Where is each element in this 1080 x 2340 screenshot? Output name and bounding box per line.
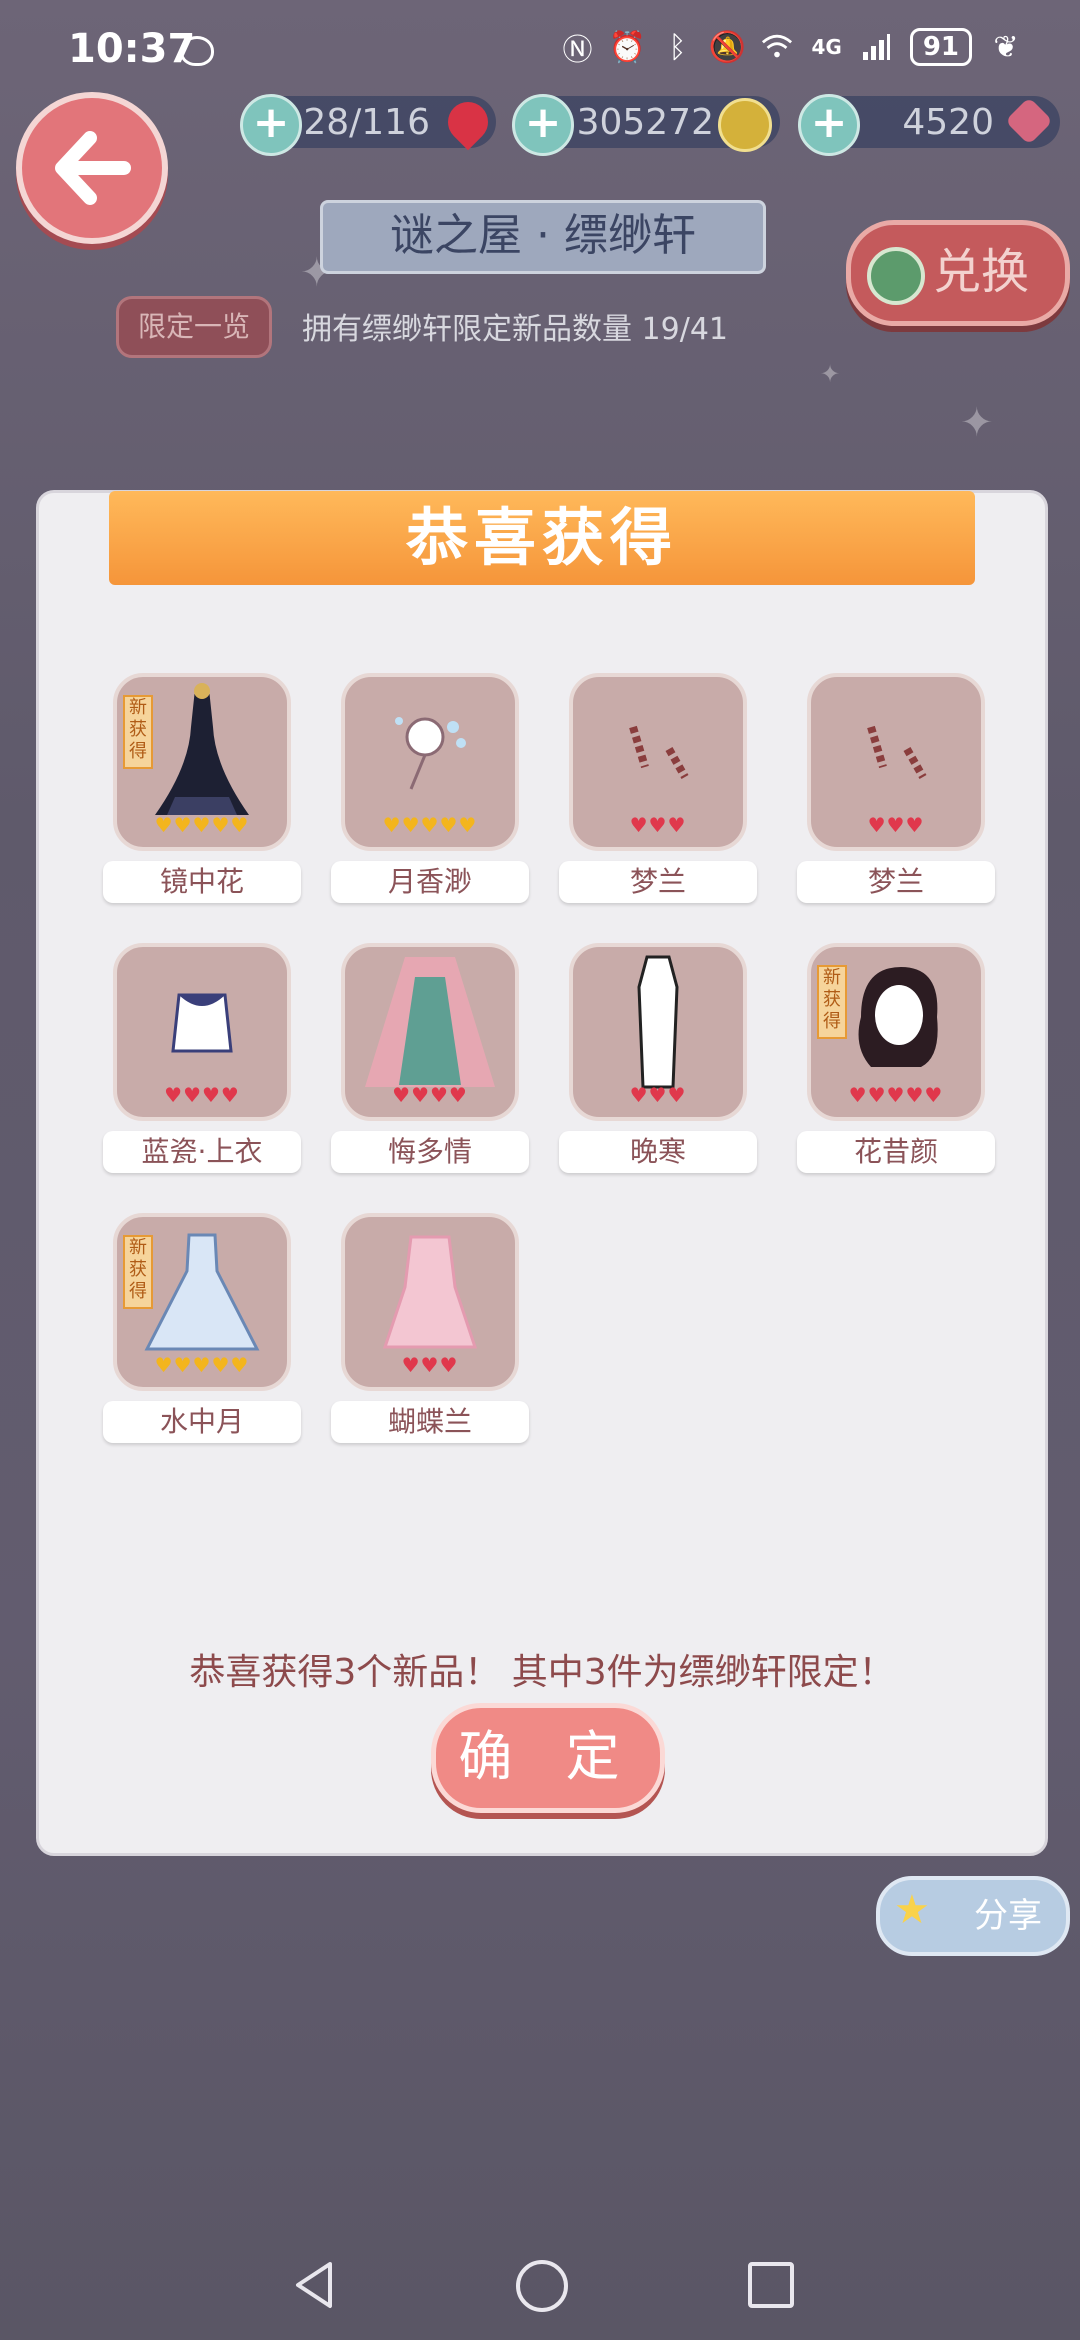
wifi-icon [761,31,793,63]
item-tile: ♥♥♥ [569,673,747,851]
back-button[interactable] [16,92,168,244]
new-tag: 新获得 [817,965,847,1039]
nfc-icon: Ⓝ [562,33,593,68]
item-name: 梦兰 [559,861,757,903]
new-tag: 新获得 [123,1235,153,1309]
item-name: 镜中花 [103,861,301,903]
blouse-icon [171,993,233,1053]
item-name: 梦兰 [797,861,995,903]
status-bar: 10:37 Ⓝ ⏰ ᛒ 🔕 4G 91 ❦ [0,0,1080,100]
qipao-dress-icon [637,955,679,1089]
bluetooth-icon: ᛒ [668,29,687,65]
rarity-hearts: ♥♥♥ [629,1083,687,1107]
rarity-hearts: ♥♥♥ [867,813,925,837]
star-icon: ★ [894,1887,930,1933]
item-tile: ♥♥♥♥♥ [341,673,519,851]
item-name: 月香渺 [331,861,529,903]
diamond-counter: + 4520 [798,94,1060,156]
nav-recents-icon[interactable] [748,2262,794,2308]
coin-icon [718,98,772,152]
mute-icon: 🔕 [708,29,747,65]
exchange-label: 兑换 [933,244,1030,300]
add-coins-button[interactable]: + [512,94,574,156]
diamond-value: 4520 [902,102,994,143]
item-tile: 新获得 ♥♥♥♥♥ [807,943,985,1121]
item-tile: ♥♥♥ [569,943,747,1121]
owned-count-text: 拥有缥缈轩限定新品数量 19/41 [302,312,728,347]
page-title: 谜之屋 · 缥缈轩 [320,200,766,274]
battery-indicator: 91 [909,28,972,66]
rarity-hearts: ♥♥♥♥ [392,1083,468,1107]
pink-dress-icon [382,1235,478,1349]
coin-counter: + 305272 [512,94,780,156]
status-time: 10:37 [68,26,196,72]
gem-icon [867,247,925,305]
rarity-hearts: ♥♥♥♥♥ [848,1083,944,1107]
exchange-button[interactable]: 兑换 [846,220,1070,326]
system-nav-bar [0,2240,1080,2340]
rarity-hearts: ♥♥♥♥ [164,1083,240,1107]
earrings-icon [867,725,927,779]
flower-ornament-icon [395,717,466,790]
rarity-hearts: ♥♥♥♥♥ [154,1353,250,1377]
item-name: 蓝瓷·上衣 [103,1131,301,1173]
item-tile: 新获得 ♥♥♥♥♥ [113,1213,291,1391]
item-tile: ♥♥♥♥ [113,943,291,1121]
earrings-icon [629,725,689,779]
signal-icon [860,31,892,63]
confirm-button[interactable]: 确 定 [431,1703,665,1813]
stamina-counter: + 28/116 [240,93,497,156]
new-tag: 新获得 [123,695,153,769]
item-tile: 新获得 ♥♥♥♥♥ [113,673,291,851]
alarm-icon: ⏰ [608,29,647,65]
rarity-hearts: ♥♥♥ [401,1353,459,1377]
heart-icon [439,93,497,151]
nav-back-icon[interactable] [290,2260,338,2310]
nav-home-icon[interactable] [516,2260,568,2312]
item-tile: ♥♥♥♥ [341,943,519,1121]
rarity-hearts: ♥♥♥ [629,813,687,837]
add-diamonds-button[interactable]: + [798,94,860,156]
coin-value: 305272 [576,102,714,143]
diamond-icon [1004,96,1054,146]
hanfu-dress-icon [365,957,495,1087]
item-name: 晚寒 [559,1131,757,1173]
item-name: 花昔颜 [797,1131,995,1173]
app-notification-icon [180,36,214,66]
item-name: 蝴蝶兰 [331,1401,529,1443]
network-type: 4G [811,35,842,59]
reward-message: 恭喜获得3个新品！ 其中3件为缥缈轩限定！ [189,1652,895,1693]
dialog-title: 恭喜获得 [109,491,975,585]
item-name: 悔多情 [331,1131,529,1173]
share-button[interactable]: ★ 分享 [876,1876,1070,1956]
rarity-hearts: ♥♥♥♥♥ [154,813,250,837]
share-label: 分享 [974,1896,1042,1936]
item-name: 水中月 [103,1401,301,1443]
limited-list-button[interactable]: 限定一览 [116,296,272,358]
arrow-left-icon [55,131,131,205]
rarity-hearts: ♥♥♥♥♥ [382,813,478,837]
item-tile: ♥♥♥ [341,1213,519,1391]
status-icons: Ⓝ ⏰ ᛒ 🔕 4G 91 ❦ [561,28,1022,68]
item-tile: ♥♥♥ [807,673,985,851]
leaf-icon: ❦ [993,29,1019,65]
reward-dialog: 恭喜获得 新获得 ♥♥♥♥♥ 镜中花 ♥♥♥♥♥ 月香渺 ♥♥♥ 梦兰 ♥♥♥ … [36,490,1048,1856]
add-stamina-button[interactable]: + [240,94,302,156]
stamina-value: 28/116 [303,102,430,143]
